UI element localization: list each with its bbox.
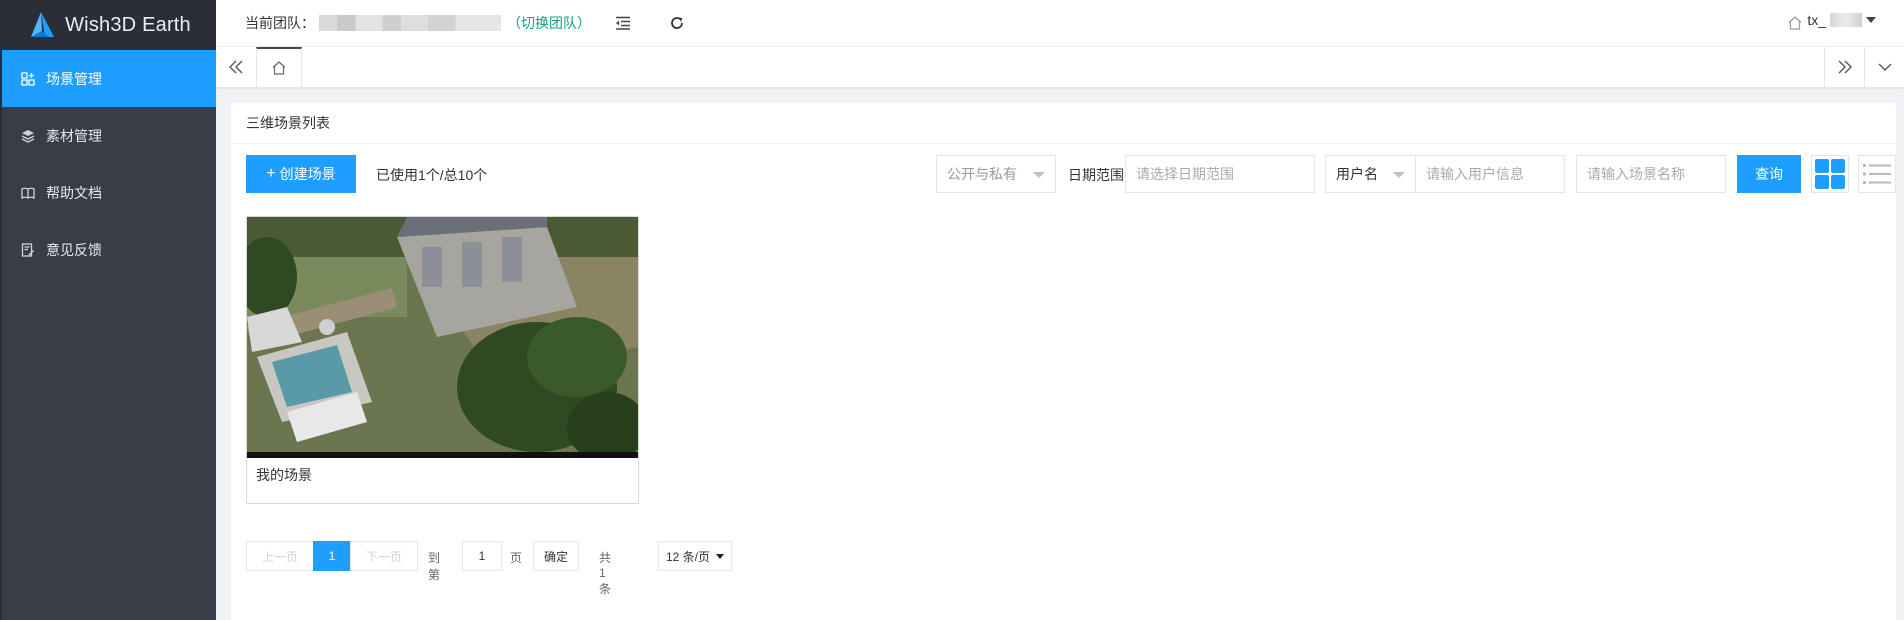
page-size-select[interactable]: 12 条/页 [658,541,732,571]
usage-info: 已使用1个/总10个 [376,167,488,183]
user-menu[interactable]: tx_ [1807,12,1876,28]
scroll-tabs-left-icon[interactable] [216,47,256,87]
grid-view-button[interactable] [1811,155,1849,193]
next-page-button[interactable]: 下一页 [350,541,418,571]
scene-grid-icon [20,71,36,87]
scene-name: 我的场景 [256,467,312,483]
sidebar-item-label: 素材管理 [46,127,102,144]
create-scene-button[interactable]: + 创建场景 [246,155,356,193]
layers-icon [20,128,36,144]
sidebar-item-material-management[interactable]: 素材管理 [2,107,216,164]
user-name-redacted [1830,13,1862,27]
query-button[interactable]: 查询 [1737,155,1801,193]
card-title: 三维场景列表 [231,103,1896,144]
scene-name-input[interactable] [1576,155,1726,193]
date-range-input[interactable] [1125,155,1315,193]
sidebar-item-label: 帮助文档 [46,184,102,201]
scene-card[interactable]: 我的场景 [246,216,639,504]
sidebar-item-help-docs[interactable]: 帮助文档 [2,164,216,221]
logo-icon [31,12,55,37]
confirm-page-button[interactable]: 确定 [533,541,579,571]
user-info-input[interactable] [1415,155,1565,193]
caret-down-icon [1393,172,1405,178]
collapse-menu-icon[interactable] [612,12,634,34]
caret-down-icon [1033,172,1045,178]
page-unit-label: 页 [510,551,523,565]
user-name-prefix: tx_ [1807,12,1826,28]
switch-team-link[interactable]: （切换团队） [507,13,591,33]
app-logo[interactable]: Wish3D Earth [2,0,216,50]
scene-thumbnail [247,217,638,458]
create-scene-label: 创建场景 [279,166,336,182]
sidebar-item-feedback[interactable]: 意见反馈 [2,221,216,278]
tab-options-chevron-icon[interactable] [1864,47,1904,87]
page-size-value: 12 条/页 [666,549,711,564]
grid-view-icon [1815,159,1845,189]
book-icon [20,185,36,201]
user-field-select[interactable]: 用户名 [1325,155,1416,193]
sidebar-item-scene-management[interactable]: 场景管理 [2,50,216,107]
plus-icon: + [266,165,276,182]
user-field-select-value: 用户名 [1336,166,1378,182]
tab-bar [216,47,1904,88]
page-1-button[interactable]: 1 [313,541,351,571]
scroll-tabs-right-icon[interactable] [1824,47,1864,87]
page-number-input[interactable] [462,541,502,571]
logo-text: Wish3D Earth [65,13,191,36]
feedback-icon [20,242,36,258]
sidebar-item-label: 意见反馈 [46,241,102,258]
goto-label: 到第 [428,551,441,582]
castle-thumbnail-image [247,217,638,458]
top-header: 当前团队： （切换团队） tx_ [216,0,1904,47]
sidebar-item-label: 场景管理 [46,70,102,87]
toolbar: + 创建场景 已使用1个/总10个 公开与私有 日期范围 用户名 查询 [246,155,1896,193]
refresh-icon[interactable] [666,12,688,34]
home-icon[interactable] [1784,12,1806,34]
chevron-down-icon [1866,16,1876,23]
list-view-icon [1863,164,1891,184]
date-range-label: 日期范围 [1068,167,1124,183]
sidebar: Wish3D Earth 场景管理 素材管理 帮助文档 意见反馈 [0,0,216,620]
visibility-select-value: 公开与私有 [947,166,1017,182]
total-count: 共 1 条 [599,551,612,596]
tab-home[interactable] [256,47,302,87]
home-icon [272,61,286,75]
caret-down-icon [716,554,724,559]
team-name-redacted [319,15,501,31]
visibility-select[interactable]: 公开与私有 [936,155,1056,193]
list-view-button[interactable] [1858,155,1896,193]
prev-page-button[interactable]: 上一页 [246,541,314,571]
current-team-label: 当前团队： [245,15,315,31]
